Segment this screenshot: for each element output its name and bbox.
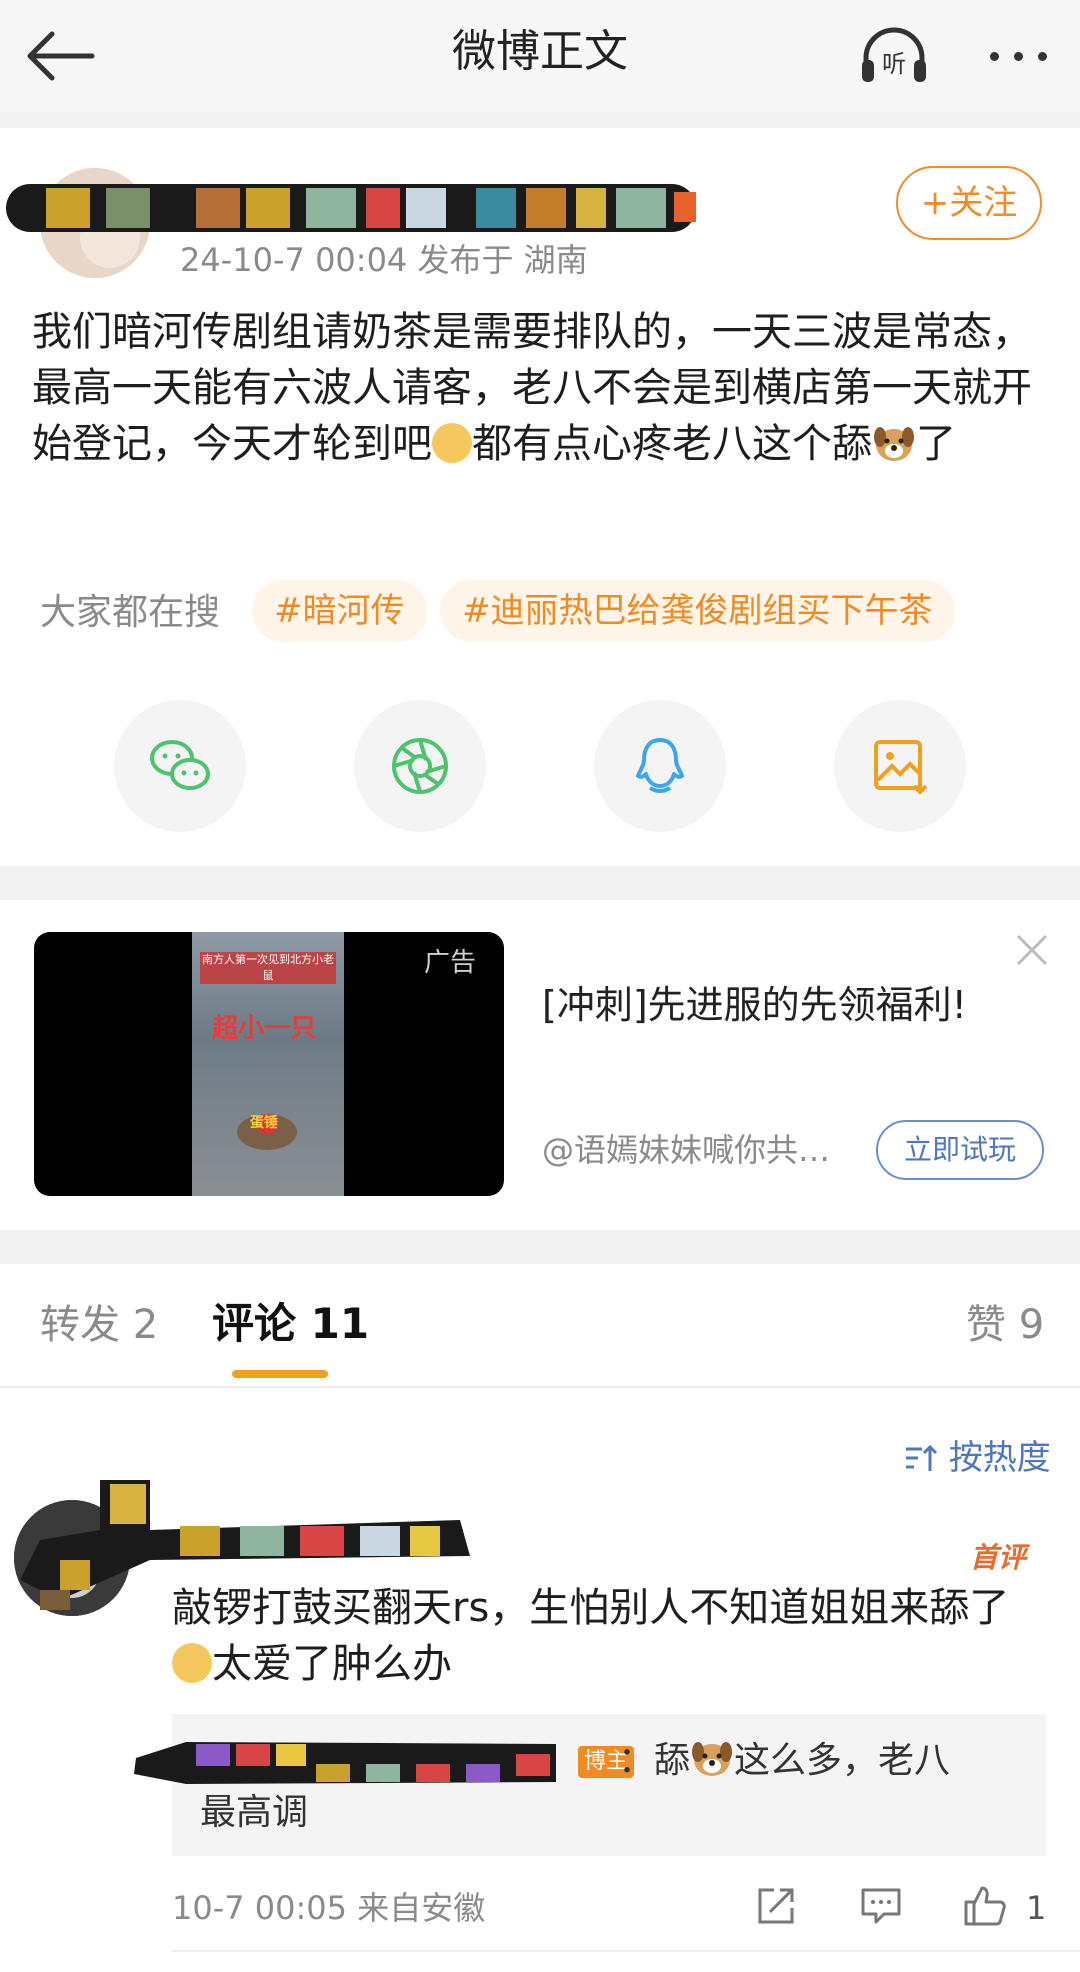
first-comment-badge: 首评 bbox=[970, 1541, 1027, 1574]
share-qq-button[interactable] bbox=[594, 700, 726, 832]
divider bbox=[0, 1230, 1080, 1264]
post-meta: 24-10-7 00:04 发布于 湖南 bbox=[180, 241, 588, 279]
ad-label: 广告 bbox=[424, 948, 477, 978]
dog-emoji-icon bbox=[692, 1742, 733, 1776]
reply-text-part2: 这么多，老八 bbox=[734, 1740, 951, 1781]
tab-like[interactable]: 赞 9 bbox=[966, 1298, 1044, 1352]
trending-tag-1[interactable]: #暗河传 bbox=[252, 580, 427, 642]
ad-thumb-caption: 蛋锤 bbox=[250, 1115, 278, 1131]
post-body: 我们暗河传剧组请奶茶是需要排队的，一天三波是常态，最高一天能有六波人请客，老八不… bbox=[32, 304, 1042, 472]
ad-try-button[interactable]: 立即试玩 bbox=[876, 1120, 1044, 1180]
dog-emoji-icon bbox=[874, 427, 914, 461]
flushed-face-emoji-icon bbox=[432, 423, 472, 463]
listen-label: 听 bbox=[882, 50, 906, 78]
share-wechat-button[interactable] bbox=[114, 700, 246, 832]
share-moments-button[interactable] bbox=[354, 700, 486, 832]
ad-thumbnail-image: 南方人第一次见到北方小老鼠 超小一只 蛋锤 bbox=[192, 932, 344, 1196]
save-image-icon bbox=[874, 740, 928, 795]
wechat-icon bbox=[150, 740, 210, 790]
crying-face-emoji-icon bbox=[172, 1643, 212, 1683]
post-text-part3: 了 bbox=[916, 421, 956, 467]
listen-headphones-icon[interactable]: 听 bbox=[858, 26, 930, 86]
divider bbox=[0, 1386, 1080, 1388]
tab-repost[interactable]: 转发 2 bbox=[40, 1298, 158, 1352]
comment-meta: 10-7 00:05 来自安徽 bbox=[172, 1889, 486, 1927]
save-image-button[interactable] bbox=[834, 700, 966, 832]
divider bbox=[0, 866, 1080, 900]
active-tab-indicator bbox=[232, 1370, 328, 1378]
moments-icon bbox=[392, 738, 448, 794]
divider bbox=[0, 112, 1080, 128]
trending-tag-2[interactable]: #迪丽热巴给龚俊剧组买下午茶 bbox=[440, 580, 955, 642]
tab-comment[interactable]: 评论 11 bbox=[212, 1296, 369, 1352]
reply-text-part1: ：舔 bbox=[618, 1740, 691, 1781]
sort-icon bbox=[906, 1444, 938, 1471]
ad-thumb-caption: 南方人第一次见到北方小老鼠 bbox=[200, 952, 336, 984]
divider bbox=[172, 1950, 1080, 1952]
like-count: 1 bbox=[1026, 1889, 1047, 1927]
redacted-username bbox=[134, 1742, 556, 1784]
close-icon[interactable] bbox=[1012, 930, 1052, 970]
post-text-part2: 都有点心疼老八这个舔 bbox=[472, 421, 872, 467]
like-thumb-icon[interactable] bbox=[962, 1882, 1008, 1928]
ad-author[interactable]: @语嫣妹妹喊你共… bbox=[542, 1128, 862, 1172]
trending-label: 大家都在搜 bbox=[40, 592, 221, 633]
redacted-username bbox=[6, 184, 696, 232]
comment-text-part2: 太爱了肿么办 bbox=[212, 1641, 452, 1687]
qq-icon bbox=[636, 738, 684, 793]
ad-title[interactable]: [冲刺]先进服的先领福利! bbox=[542, 976, 982, 1034]
ad-thumb-caption: 超小一只 bbox=[212, 1014, 317, 1044]
sort-button[interactable]: 按热度 bbox=[904, 1434, 1051, 1482]
reply-text: ：舔 这么多，老八 bbox=[618, 1736, 950, 1786]
comment-text-part1: 敲锣打鼓买翻天rs，生怕别人不知道姐姐来舔了 bbox=[172, 1585, 1010, 1631]
more-options-icon[interactable] bbox=[980, 36, 1060, 76]
sort-label: 按热度 bbox=[948, 1438, 1051, 1478]
comment-icon[interactable] bbox=[860, 1886, 902, 1926]
follow-button[interactable]: +关注 bbox=[896, 166, 1042, 240]
comment-body: 敲锣打鼓买翻天rs，生怕别人不知道姐姐来舔了太爱了肿么办 bbox=[172, 1580, 1062, 1692]
repost-icon[interactable] bbox=[756, 1886, 796, 1926]
reply-text-line2: 最高调 bbox=[200, 1792, 309, 1833]
